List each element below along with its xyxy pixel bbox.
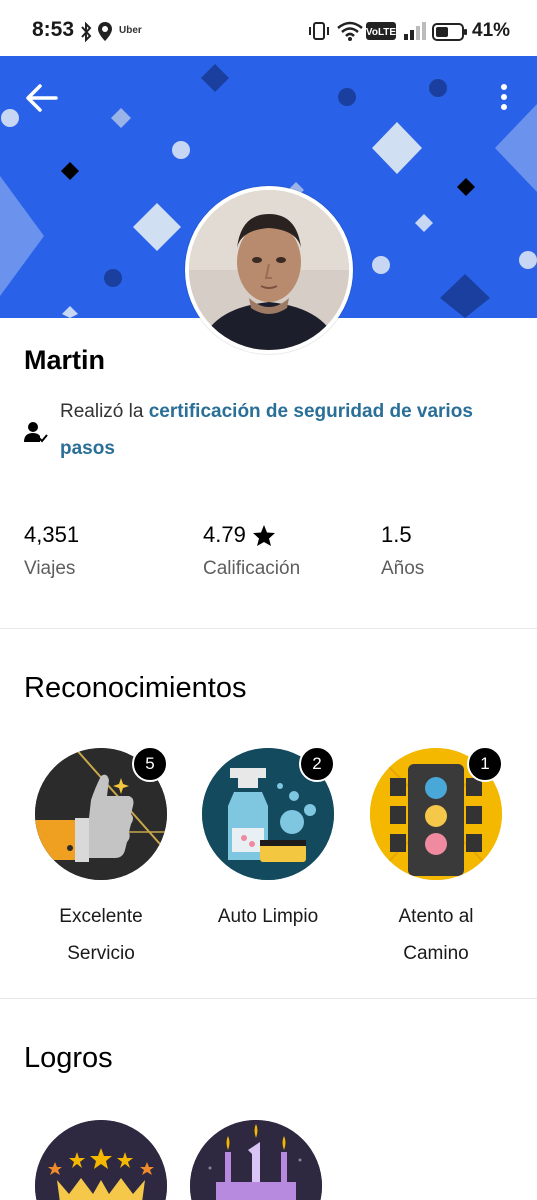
stat-label: Calificación	[203, 558, 301, 579]
badge-count: 1	[467, 746, 503, 782]
driver-name: Martin	[24, 345, 105, 375]
stat-value: 4,351	[24, 522, 80, 547]
safety-certification-text: Realizó la certificación de seguridad de…	[60, 393, 510, 467]
achievement-crown[interactable]	[35, 1120, 167, 1200]
volte-icon: VoLTE	[366, 22, 396, 40]
star-icon	[252, 524, 275, 546]
battery-percent: 41%	[472, 20, 511, 41]
achievement-anniversary[interactable]	[190, 1120, 322, 1200]
badge-label: Atento al Camino	[352, 898, 520, 972]
wifi-icon	[337, 21, 363, 41]
stat-rating: 4.79 Calificación	[203, 518, 300, 580]
driver-photo	[189, 190, 349, 350]
divider	[0, 998, 537, 999]
svg-text:VoLTE: VoLTE	[366, 27, 396, 38]
bluetooth-icon	[81, 22, 92, 42]
badge-label-line2: Servicio	[67, 943, 135, 964]
battery-icon	[432, 23, 467, 41]
more-vertical-icon	[501, 84, 507, 110]
stat-value: 1.5	[381, 522, 412, 547]
verified-user-icon	[24, 422, 48, 443]
recognition-road-attentive[interactable]: 1 Atento al Camino	[352, 746, 520, 972]
driver-avatar	[185, 186, 353, 354]
divider	[0, 628, 537, 629]
stat-label: Años	[381, 558, 425, 579]
achievements-title: Logros	[24, 1042, 113, 1074]
badge-count: 2	[299, 746, 335, 782]
more-options-button[interactable]	[494, 80, 514, 116]
rating-value: 4.79	[203, 522, 246, 547]
back-button[interactable]	[22, 80, 62, 116]
stat-value: 4.79	[203, 518, 300, 552]
status-time: 8:53	[32, 18, 75, 41]
recognition-excellent-service[interactable]: 5 Excelente Servicio	[17, 746, 185, 972]
status-bar: 8:53 Uber VoLTE 41%	[0, 0, 537, 56]
birthday-cake-icon	[190, 1120, 322, 1200]
stat-years: 1.5 Años	[381, 518, 424, 580]
recognition-clean-car[interactable]: 2 Auto Limpio	[184, 746, 352, 935]
status-app-label: Uber	[119, 25, 142, 36]
crown-stars-icon	[35, 1120, 167, 1200]
recognitions-title: Reconocimientos	[24, 672, 247, 704]
badge-label: Excelente Servicio	[17, 898, 185, 972]
badge-label-line1: Atento al	[398, 906, 474, 927]
badge-label-line2: Camino	[403, 943, 469, 964]
badge-label-line1: Auto Limpio	[217, 906, 319, 927]
signal-icon	[404, 22, 426, 40]
badge-label: Auto Limpio	[184, 898, 352, 935]
vibrate-icon	[309, 22, 329, 40]
stat-trips: 4,351 Viajes	[24, 518, 79, 580]
badge-label-line1: Excelente	[59, 906, 143, 927]
cert-prefix: Realizó la	[60, 401, 149, 422]
location-icon	[98, 22, 112, 41]
badge-count: 5	[132, 746, 168, 782]
stat-label: Viajes	[24, 558, 76, 579]
back-arrow-icon	[26, 84, 58, 112]
